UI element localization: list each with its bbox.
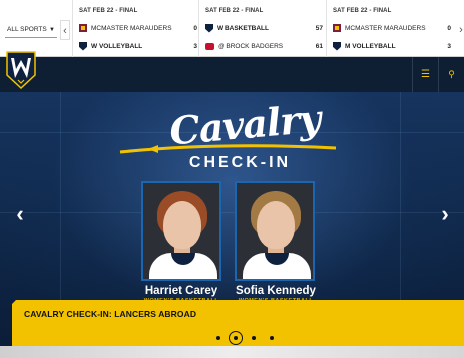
- game-status: SAT FEB 22 - FINAL: [79, 8, 138, 14]
- game-card[interactable]: SAT FEB 22 - FINAL MCMASTER MARAUDERS 0 …: [326, 0, 451, 57]
- ticker-prev-button[interactable]: ‹: [60, 20, 70, 40]
- team-score: 57: [315, 24, 323, 32]
- team-score: 0: [193, 24, 197, 32]
- team-row: M VOLLEYBALL 3: [333, 40, 451, 52]
- team-score: 3: [447, 42, 451, 50]
- team-score: 61: [315, 42, 323, 50]
- slide-caption-bar[interactable]: CAVALRY CHECK-IN: LANCERS ABROAD: [12, 300, 464, 346]
- team-name: W VOLLEYBALL: [91, 42, 143, 50]
- menu-icon[interactable]: ☰: [412, 57, 438, 92]
- check-in-subtitle: CHECK-IN: [188, 154, 292, 171]
- player-photo-card[interactable]: [235, 181, 315, 281]
- team-name: @ BROCK BADGERS: [218, 42, 284, 50]
- search-icon[interactable]: ⚲: [438, 57, 464, 92]
- main-navbar: [0, 57, 464, 92]
- mcmaster-logo-icon: [79, 24, 87, 32]
- carousel-dots: [212, 331, 282, 345]
- carousel-dot[interactable]: [252, 336, 256, 340]
- player-photo: [163, 201, 201, 249]
- carousel-dot-active[interactable]: [229, 331, 243, 345]
- team-row: MCMASTER MARAUDERS 0: [333, 22, 451, 34]
- game-status: SAT FEB 22 - FINAL: [205, 8, 264, 14]
- lancers-crest-logo[interactable]: [6, 51, 36, 89]
- team-score: 3: [193, 42, 197, 50]
- windsor-logo-icon: [79, 41, 87, 51]
- chevron-down-icon: ▼: [49, 26, 55, 33]
- slide-prev-button[interactable]: ‹: [12, 202, 28, 226]
- game-status: SAT FEB 22 - FINAL: [333, 8, 392, 14]
- score-ticker: ALL SPORTS ▼ ‹ SAT FEB 22 - FINAL MCMAST…: [0, 0, 464, 57]
- windsor-logo-icon: [333, 41, 341, 51]
- carousel-dot[interactable]: [270, 336, 274, 340]
- hero-slider: ‹ › Cavalry CHECK-IN Harriet Carey WOMEN…: [0, 92, 464, 346]
- team-row: W BASKETBALL 57: [205, 22, 323, 34]
- game-card[interactable]: SAT FEB 22 - FINAL MCMASTER MARAUDERS 0 …: [72, 0, 197, 57]
- team-name: MCMASTER MARAUDERS: [345, 24, 426, 32]
- player-name: Sofia Kennedy: [236, 285, 316, 297]
- team-name: MCMASTER MARAUDERS: [91, 24, 172, 32]
- player-photo: [257, 201, 295, 249]
- arena-background: [0, 212, 464, 213]
- windsor-logo-icon: [205, 23, 213, 33]
- next-section-preview: [0, 346, 464, 358]
- team-name: M VOLLEYBALL: [345, 42, 396, 50]
- slide-next-button[interactable]: ›: [437, 202, 453, 226]
- mcmaster-logo-icon: [333, 24, 341, 32]
- carousel-dot[interactable]: [216, 336, 220, 340]
- ticker-next-button[interactable]: ›: [456, 20, 464, 40]
- sports-filter-select[interactable]: ALL SPORTS ▼: [5, 22, 57, 38]
- player-photo-card[interactable]: [141, 181, 221, 281]
- team-row: @ BROCK BADGERS 61: [205, 40, 323, 52]
- player-photo: [149, 253, 217, 279]
- brock-logo-icon: [205, 42, 214, 50]
- sports-filter-value: ALL SPORTS: [7, 26, 47, 33]
- game-card[interactable]: SAT FEB 22 - FINAL W BASKETBALL 57 @ BRO…: [198, 0, 323, 57]
- team-score: 0: [447, 24, 451, 32]
- player-photo: [243, 253, 311, 279]
- player-name: Harriet Carey: [144, 285, 218, 297]
- team-name: W BASKETBALL: [217, 24, 269, 32]
- slide-caption: CAVALRY CHECK-IN: LANCERS ABROAD: [24, 309, 197, 319]
- team-row: W VOLLEYBALL 3: [79, 40, 197, 52]
- team-row: MCMASTER MARAUDERS 0: [79, 22, 197, 34]
